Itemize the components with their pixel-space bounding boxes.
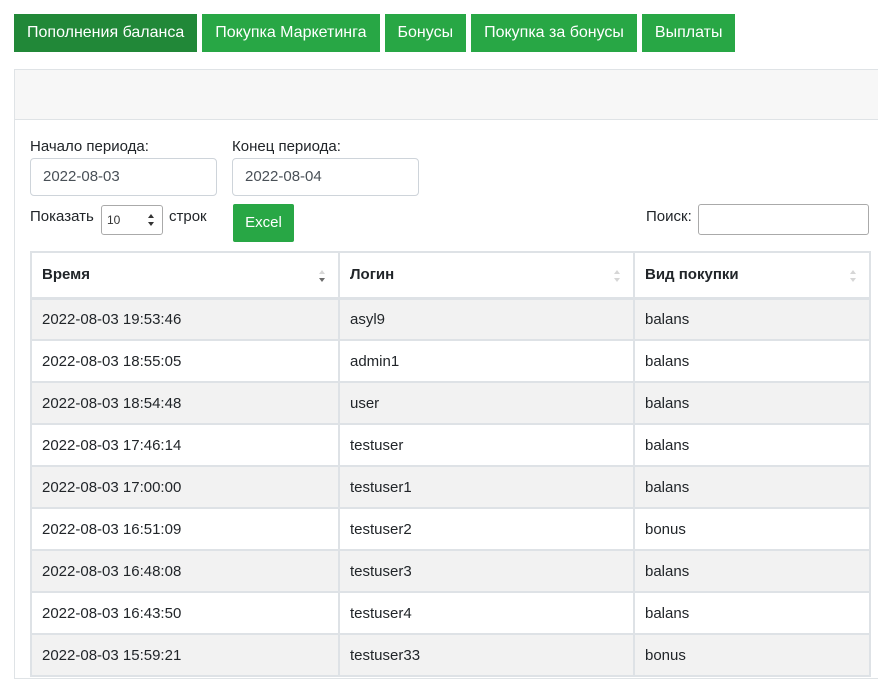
cell-login: testuser2	[338, 507, 635, 551]
cell-purchase-type: balans	[633, 591, 871, 635]
column-header-label: Логин	[350, 266, 395, 284]
sort-icon	[850, 270, 856, 282]
table-row: 2022-08-03 16:43:50 testuser4 balans	[30, 591, 871, 635]
rows-suffix-label: строк	[169, 208, 207, 225]
end-date-input[interactable]: 2022-08-04	[232, 158, 419, 196]
cell-login: testuser3	[338, 549, 635, 593]
start-date-label: Начало периода:	[30, 138, 149, 155]
show-label: Показать	[30, 208, 94, 225]
cell-purchase-type: balans	[633, 381, 871, 425]
tab-bonuses[interactable]: Бонусы	[384, 14, 467, 52]
table-header-row: Время Логин Вид покупки	[30, 251, 871, 300]
cell-time: 2022-08-03 16:51:09	[30, 507, 340, 551]
cell-login: testuser4	[338, 591, 635, 635]
tab-marketing-purchase[interactable]: Покупка Маркетинга	[202, 14, 380, 52]
excel-export-button[interactable]: Excel	[233, 204, 294, 242]
cell-time: 2022-08-03 18:55:05	[30, 339, 340, 383]
cell-login: user	[338, 381, 635, 425]
tab-payouts[interactable]: Выплаты	[641, 14, 736, 52]
cell-purchase-type: balans	[633, 423, 871, 467]
column-header-label: Время	[42, 266, 90, 284]
cell-login: asyl9	[338, 297, 635, 341]
tab-bar: Пополнения баланса Покупка Маркетинга Бо…	[14, 14, 736, 52]
rows-per-page-value: 10	[107, 213, 121, 227]
cell-purchase-type: bonus	[633, 507, 871, 551]
purchases-table: Время Логин Вид покупки 2022-08-03 19:53…	[30, 251, 871, 677]
table-row: 2022-08-03 17:46:14 testuser balans	[30, 423, 871, 467]
spinner-arrows-icon	[148, 214, 154, 226]
column-header-label: Вид покупки	[645, 266, 739, 284]
cell-time: 2022-08-03 17:00:00	[30, 465, 340, 509]
column-header-login[interactable]: Логин	[338, 251, 635, 300]
start-date-input[interactable]: 2022-08-03	[30, 158, 217, 196]
cell-time: 2022-08-03 16:43:50	[30, 591, 340, 635]
table-row: 2022-08-03 18:55:05 admin1 balans	[30, 339, 871, 383]
table-row: 2022-08-03 19:53:46 asyl9 balans	[30, 297, 871, 341]
cell-purchase-type: balans	[633, 339, 871, 383]
sort-desc-icon	[319, 270, 325, 282]
cell-time: 2022-08-03 19:53:46	[30, 297, 340, 341]
end-date-label: Конец периода:	[232, 138, 341, 155]
cell-purchase-type: balans	[633, 465, 871, 509]
table-row: 2022-08-03 17:00:00 testuser1 balans	[30, 465, 871, 509]
search-label: Поиск:	[646, 208, 692, 225]
search-input[interactable]	[698, 204, 869, 235]
table-row: 2022-08-03 16:51:09 testuser2 bonus	[30, 507, 871, 551]
cell-purchase-type: balans	[633, 297, 871, 341]
tab-balance-topups[interactable]: Пополнения баланса	[14, 14, 198, 52]
table-row: 2022-08-03 18:54:48 user balans	[30, 381, 871, 425]
cell-purchase-type: balans	[633, 549, 871, 593]
cell-login: admin1	[338, 339, 635, 383]
cell-time: 2022-08-03 16:48:08	[30, 549, 340, 593]
panel-header	[15, 70, 878, 120]
column-header-purchase-type[interactable]: Вид покупки	[633, 251, 871, 300]
cell-time: 2022-08-03 18:54:48	[30, 381, 340, 425]
column-header-time[interactable]: Время	[30, 251, 340, 300]
cell-login: testuser1	[338, 465, 635, 509]
cell-login: testuser	[338, 423, 635, 467]
rows-per-page-select[interactable]: 10	[101, 205, 163, 235]
cell-time: 2022-08-03 17:46:14	[30, 423, 340, 467]
tab-bonus-purchase[interactable]: Покупка за бонусы	[471, 14, 637, 52]
sort-icon	[614, 270, 620, 282]
table-row: 2022-08-03 16:48:08 testuser3 balans	[30, 549, 871, 593]
